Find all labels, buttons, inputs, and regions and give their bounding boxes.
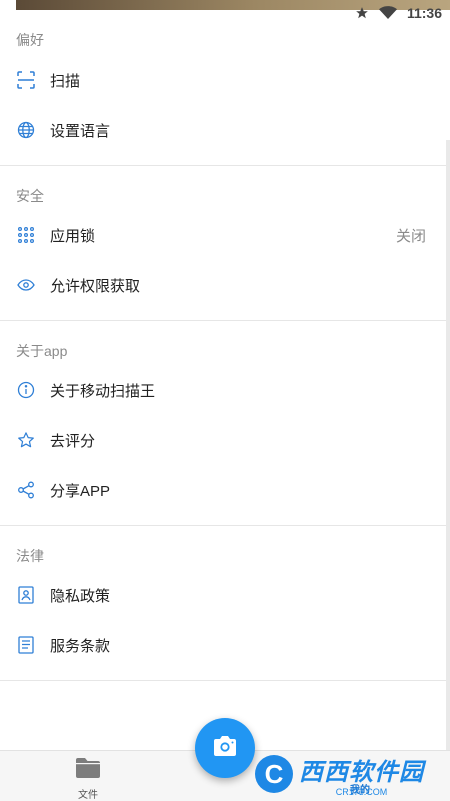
- language-item[interactable]: 设置语言: [0, 105, 450, 155]
- share-label: 分享APP: [50, 482, 111, 500]
- globe-icon: [16, 120, 36, 140]
- share-item[interactable]: 分享APP: [0, 465, 450, 515]
- app-lock-label: 应用锁: [50, 227, 96, 245]
- scan-item[interactable]: 扫描: [0, 55, 450, 105]
- watermark-logo-icon: C: [255, 755, 293, 793]
- watermark: C 西西软件园 CR173.COM: [255, 752, 435, 797]
- camera-button[interactable]: [195, 718, 255, 778]
- eye-icon: [16, 275, 36, 295]
- camera-icon: [212, 735, 238, 762]
- document-icon: [16, 635, 36, 655]
- section-about: 关于app 关于移动扫描王 去评分 分享APP: [0, 321, 450, 526]
- privacy-label: 隐私政策: [50, 587, 111, 605]
- language-label: 设置语言: [50, 122, 111, 140]
- terms-label: 服务条款: [50, 637, 111, 655]
- watermark-text: 西西软件园: [299, 758, 424, 786]
- scan-icon: [16, 70, 36, 90]
- terms-item[interactable]: 服务条款: [0, 620, 450, 670]
- section-security: 安全 应用锁 关闭 允许权限获取: [0, 166, 450, 321]
- scrollbar[interactable]: [446, 140, 450, 750]
- watermark-text-group: 西西软件园 CR173.COM: [299, 752, 424, 797]
- section-header: 关于app: [16, 343, 68, 359]
- section-legal: 法律 隐私政策 服务条款: [0, 526, 450, 681]
- share-icon: [16, 480, 36, 500]
- privacy-icon: [16, 585, 36, 605]
- folder-icon: [75, 758, 101, 783]
- scan-label: 扫描: [50, 72, 81, 90]
- section-header: 安全: [16, 188, 44, 204]
- nav-files-label: 文件: [78, 790, 98, 801]
- nav-files-tab[interactable]: 文件: [58, 757, 118, 801]
- watermark-subtext: CR173.COM: [335, 786, 388, 797]
- privacy-item[interactable]: 隐私政策: [0, 570, 450, 620]
- permissions-item[interactable]: 允许权限获取: [0, 260, 450, 310]
- app-lock-item[interactable]: 应用锁 关闭: [0, 210, 450, 260]
- rate-label: 去评分: [50, 432, 96, 450]
- about-app-item[interactable]: 关于移动扫描王: [0, 365, 450, 415]
- info-icon: [16, 380, 36, 400]
- settings-list: 偏好 扫描 设置语言 安全 应用锁 关闭 允许权限获取 关于app 关于移动扫描…: [0, 0, 450, 681]
- rate-item[interactable]: 去评分: [0, 415, 450, 465]
- section-header: 偏好: [16, 32, 44, 48]
- keypad-icon: [16, 225, 36, 245]
- permissions-label: 允许权限获取: [50, 277, 141, 295]
- section-header: 法律: [16, 548, 44, 564]
- about-app-label: 关于移动扫描王: [50, 382, 156, 400]
- star-icon: [16, 430, 36, 450]
- app-lock-status: 关闭: [395, 227, 426, 245]
- section-preferences: 偏好 扫描 设置语言: [0, 0, 450, 166]
